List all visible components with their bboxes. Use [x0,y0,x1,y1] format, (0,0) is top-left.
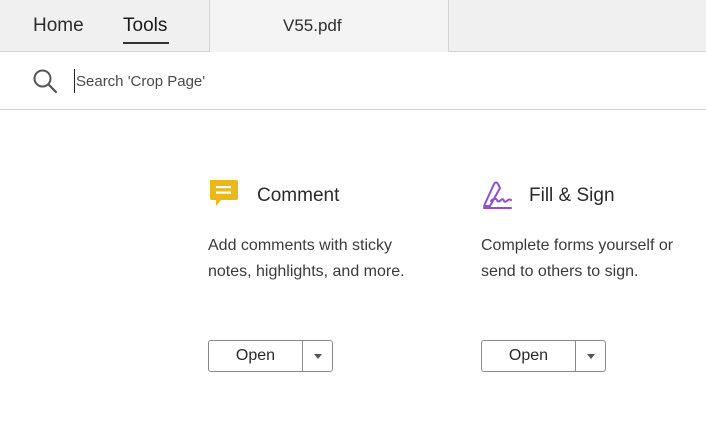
tab-home[interactable]: Home [33,0,84,52]
tool-title[interactable]: Comment [257,185,339,207]
tool-card-header: Comment [208,179,448,219]
search-icon [33,69,58,94]
fill-sign-icon[interactable] [481,179,513,211]
comment-icon[interactable] [208,179,240,211]
open-button-group: Open [208,340,333,372]
open-dropdown-caret-icon[interactable] [303,341,333,371]
active-tab-indicator [123,42,170,44]
open-dropdown-caret-icon[interactable] [576,341,606,371]
tab-tools[interactable]: Tools [123,0,170,52]
tool-card-comment: Comment Add comments with sticky notes, … [208,179,448,372]
tool-title[interactable]: Fill & Sign [529,185,615,207]
tab-tools-label: Tools [123,15,168,36]
open-button[interactable]: Open [482,341,576,371]
tool-description: Complete forms yourself or send to other… [481,237,674,280]
tool-card-fill-sign: Fill & Sign Complete forms yourself or s… [481,179,706,372]
top-tab-bar: Home Tools V55.pdf [0,0,706,52]
open-button-group: Open [481,340,606,372]
tool-search-bar [0,53,706,110]
tab-document[interactable]: V55.pdf [209,0,449,52]
tool-description: Add comments with sticky notes, highligh… [208,237,405,280]
tools-panel: Comment Add comments with sticky notes, … [0,111,706,432]
search-input[interactable] [76,67,576,95]
text-cursor [74,69,75,93]
open-button[interactable]: Open [209,341,303,371]
tool-card-header: Fill & Sign [481,179,706,219]
